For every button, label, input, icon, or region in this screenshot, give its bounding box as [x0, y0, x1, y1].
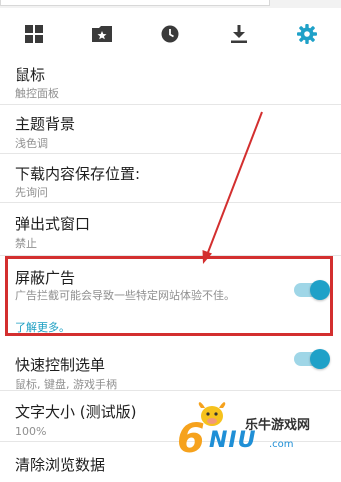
setting-mouse[interactable]: 鼠标 触控面板 [0, 56, 341, 105]
setting-title: 下载内容保存位置: [15, 165, 141, 183]
setting-value: 浅色调 [15, 137, 48, 150]
watermark-six: 6 [177, 416, 205, 462]
tab-downloads[interactable] [217, 14, 261, 54]
watermark-domain: .com [269, 439, 294, 450]
learn-more-link[interactable]: 了解更多。 [15, 319, 70, 335]
setting-value: 先询问 [15, 186, 48, 199]
settings-gear-icon [296, 24, 317, 44]
tab-speed-dial[interactable] [12, 14, 56, 54]
tab-history[interactable] [148, 14, 192, 54]
site-watermark: 6 乐牛游戏网 NIU .com [175, 402, 337, 462]
address-bar-edge [0, 0, 270, 6]
watermark-niu: NIU [209, 428, 257, 453]
setting-description: 广告拦截可能会导致一些特定网站体验不佳。 [15, 289, 235, 302]
download-icon [230, 25, 247, 43]
toggle-knob [310, 280, 330, 300]
setting-download-location[interactable]: 下载内容保存位置: 先询问 [0, 154, 341, 203]
setting-theme[interactable]: 主题背景 浅色调 [0, 105, 341, 154]
toolbar [0, 12, 341, 56]
setting-value: 触控面板 [15, 87, 59, 100]
setting-ad-block[interactable]: 屏蔽广告 广告拦截可能会导致一些特定网站体验不佳。 了解更多。 [0, 256, 341, 342]
setting-title: 弹出式窗口 [15, 215, 91, 233]
ad-block-toggle[interactable] [294, 280, 330, 300]
tab-settings[interactable] [285, 14, 329, 54]
setting-title: 主题背景 [15, 115, 76, 133]
setting-title: 鼠标 [15, 66, 46, 84]
setting-title: 快速控制选单 [15, 356, 106, 374]
setting-title: 屏蔽广告 [15, 269, 76, 287]
setting-value: 100% [15, 425, 47, 438]
toggle-knob [310, 349, 330, 369]
setting-title: 清除浏览数据 [15, 456, 106, 474]
setting-title: 文字大小 (测试版) [15, 403, 137, 421]
tab-bookmarks[interactable] [80, 14, 124, 54]
grid-icon [25, 25, 44, 43]
bookmark-folder-icon [92, 26, 113, 42]
quick-controls-toggle[interactable] [294, 349, 330, 369]
address-bar-strip [0, 0, 341, 8]
setting-value: 鼠标, 键盘, 游戏手柄 [15, 378, 117, 391]
setting-quick-controls[interactable]: 快速控制选单 鼠标, 键盘, 游戏手柄 [0, 342, 341, 391]
history-clock-icon [161, 25, 179, 43]
setting-popup[interactable]: 弹出式窗口 禁止 [0, 203, 341, 256]
setting-value: 禁止 [15, 237, 37, 250]
